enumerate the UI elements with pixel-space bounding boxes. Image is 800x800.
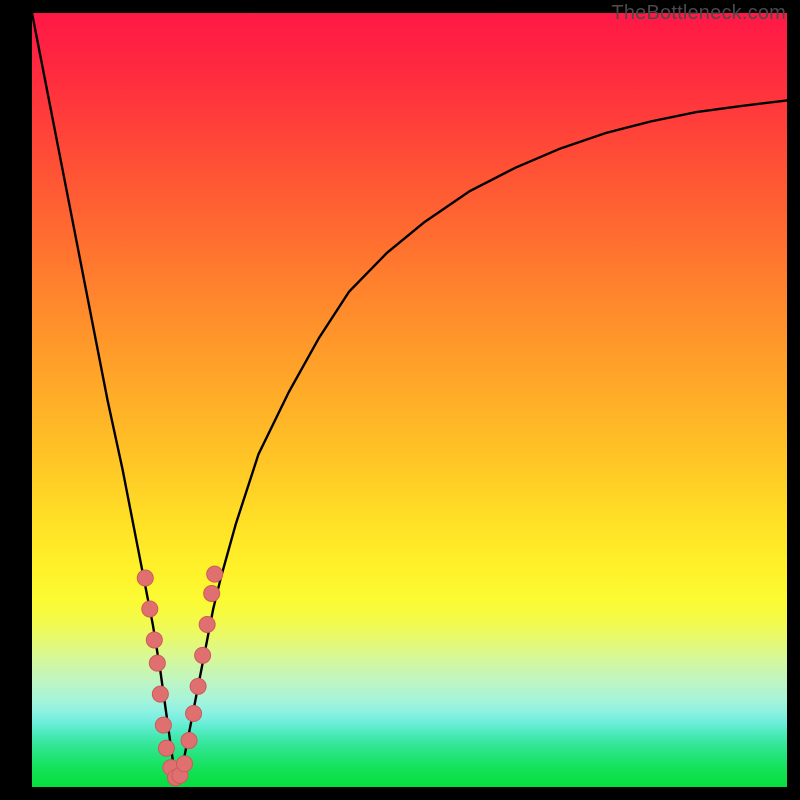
curve-marker [137,570,153,586]
curve-marker [177,756,193,772]
curve-marker [186,705,202,721]
curve-layer [32,13,787,787]
curve-marker [204,586,220,602]
curve-marker [158,740,174,756]
curve-markers [137,566,222,786]
plot-area [32,13,787,787]
curve-marker [142,601,158,617]
curve-marker [181,733,197,749]
watermark-text: TheBottleneck.com [611,2,786,25]
bottleneck-curve [32,13,787,779]
curve-marker [146,632,162,648]
curve-marker [190,678,206,694]
curve-marker [155,717,171,733]
curve-marker [207,566,223,582]
curve-marker [152,686,168,702]
chart-stage: TheBottleneck.com [0,0,800,800]
curve-marker [195,647,211,663]
curve-marker [199,616,215,632]
curve-marker [149,655,165,671]
